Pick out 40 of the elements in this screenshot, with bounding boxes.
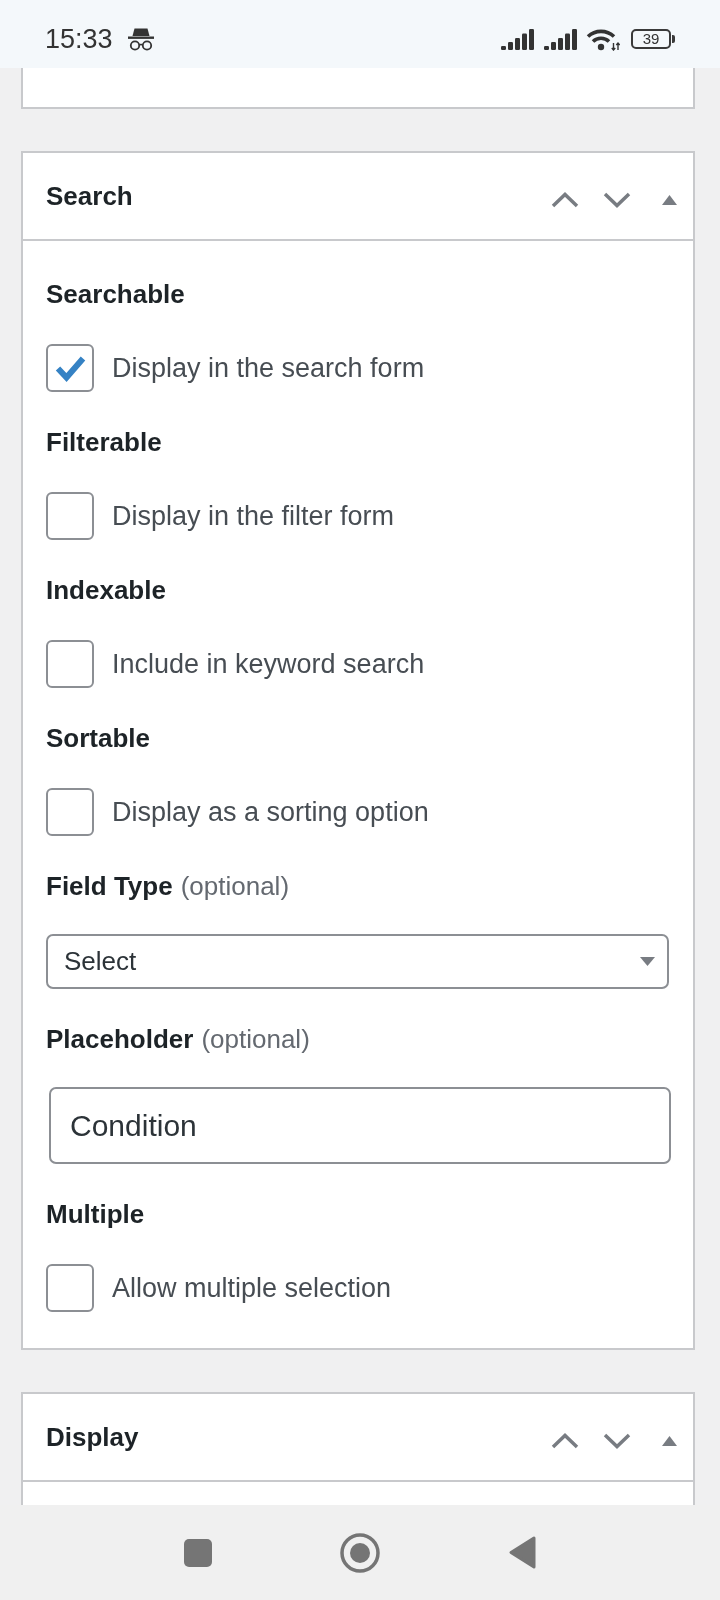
field-label: Filterable: [46, 427, 162, 458]
field-label: Field Type: [46, 871, 173, 902]
select-dropdown[interactable]: Select: [46, 934, 669, 989]
panel-title: Display: [46, 1421, 139, 1453]
checkbox-label[interactable]: Include in keyword search: [112, 648, 425, 680]
chevron-down-icon[interactable]: [603, 191, 631, 208]
clock-time: 15:33: [45, 23, 113, 55]
field-label: Placeholder: [46, 1024, 194, 1055]
optional-hint: (optional): [180, 871, 290, 902]
signal-icon: [544, 28, 577, 50]
signal-icon: [501, 28, 534, 50]
chevron-up-icon[interactable]: [551, 1432, 579, 1449]
field-label: Searchable: [46, 279, 185, 310]
battery-indicator: 39: [631, 29, 675, 49]
field-label: Sortable: [46, 723, 151, 754]
checkbox-label[interactable]: Display in the filter form: [112, 500, 395, 532]
incognito-icon: [127, 27, 154, 51]
optional-hint: (optional): [201, 1024, 310, 1055]
checkbox[interactable]: [46, 788, 94, 836]
chevron-up-icon[interactable]: [551, 191, 579, 208]
checkbox[interactable]: [46, 640, 94, 688]
checkbox[interactable]: [46, 492, 94, 540]
field-label: Indexable: [46, 575, 166, 606]
chevron-down-icon[interactable]: [603, 1432, 631, 1449]
triangle-up-icon[interactable]: [662, 194, 677, 205]
checkbox[interactable]: [46, 344, 94, 392]
checkbox[interactable]: [46, 1264, 94, 1312]
text-input[interactable]: Condition: [49, 1087, 671, 1164]
panel-title: Search: [46, 180, 133, 212]
triangle-up-icon[interactable]: [662, 1435, 677, 1446]
home-circle-icon[interactable]: [340, 1532, 380, 1573]
back-triangle-icon[interactable]: [508, 1536, 536, 1569]
checkbox-label[interactable]: Display as a sorting option: [112, 796, 429, 828]
square-icon[interactable]: [184, 1538, 212, 1567]
dropdown-arrow-icon: [640, 957, 655, 966]
field-label: Multiple: [46, 1199, 145, 1230]
checkmark-icon: [54, 354, 86, 382]
wifi-icon: [586, 27, 620, 51]
checkbox-label[interactable]: Display in the search form: [112, 352, 425, 384]
checkbox-label[interactable]: Allow multiple selection: [112, 1272, 392, 1304]
